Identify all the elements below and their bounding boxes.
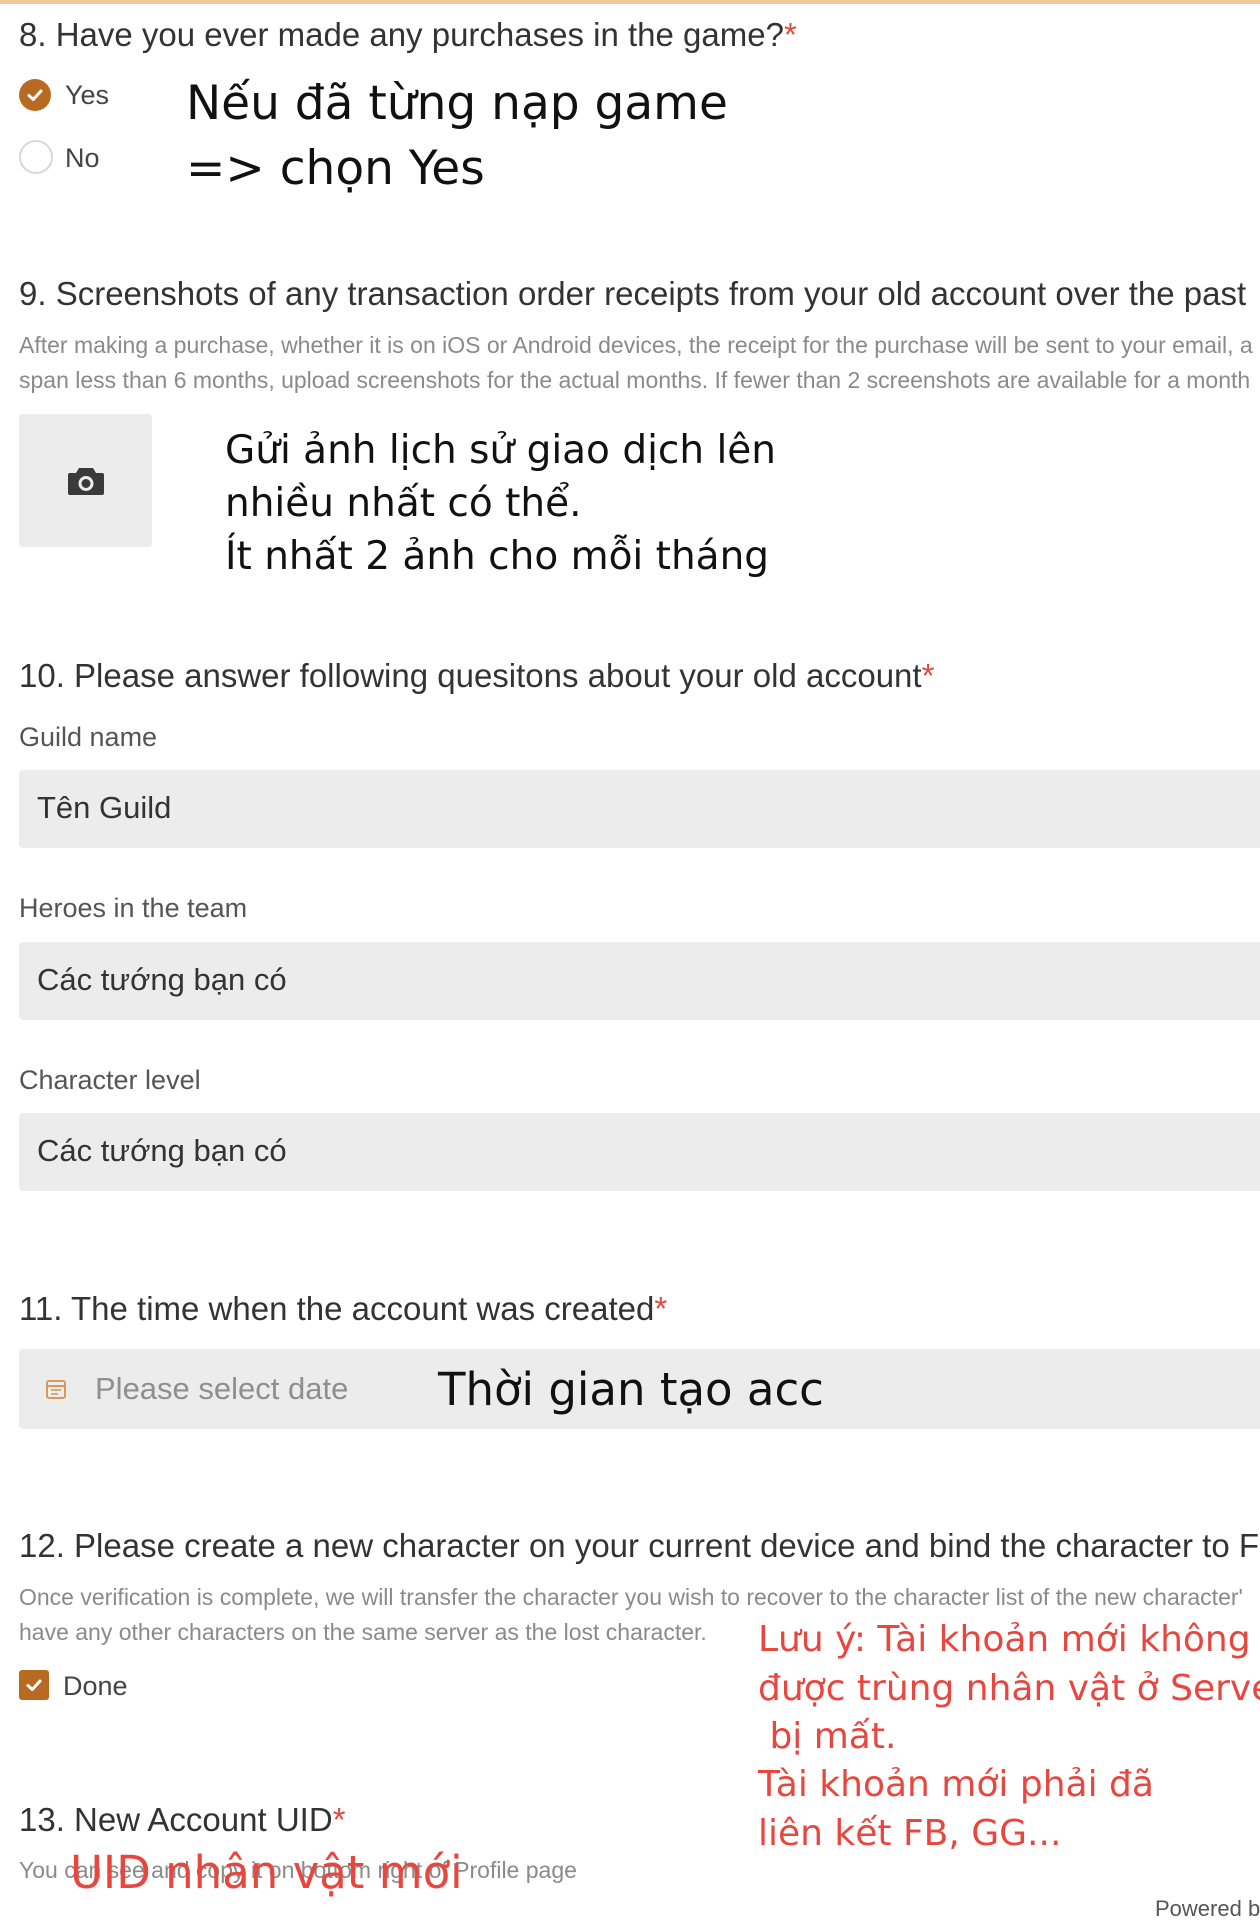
annotation-q12-line1: Lưu ý: Tài khoản mới không (758, 1619, 1251, 1660)
annotation-q8-line1: Nếu đã từng nạp game (186, 76, 728, 131)
option-no-label: No (65, 143, 100, 173)
heroes-field[interactable]: Các tướng bạn có (19, 942, 1260, 1020)
done-label: Done (63, 1671, 128, 1701)
option-yes[interactable]: Yes (19, 78, 139, 118)
required-marker: * (921, 657, 935, 694)
annotation-q9-line3: Ít nhất 2 ảnh cho mỗi tháng (225, 534, 770, 579)
option-no[interactable]: No (19, 140, 139, 180)
annotation-q9-line2: nhiều nhất có thể. (225, 481, 582, 526)
done-checkbox-option[interactable]: Done (19, 1668, 179, 1708)
annotation-q12-line2: được trùng nhân vật ở Server (758, 1668, 1260, 1709)
top-accent-bar (0, 0, 1260, 4)
annotation-q12-line3: bị mất. (758, 1716, 897, 1757)
upload-screenshot-button[interactable] (19, 414, 152, 547)
question-12-desc-line1: Once verification is complete, we will t… (19, 1584, 1243, 1610)
required-marker: * (654, 1290, 668, 1327)
radio-empty-icon[interactable] (19, 140, 53, 174)
checkbox-checked-icon[interactable] (19, 1670, 49, 1700)
question-13-text: 13. New Account UID (19, 1801, 333, 1838)
question-8-title: 8. Have you ever made any purchases in t… (19, 16, 797, 54)
question-11-text: 11. The time when the account was create… (19, 1290, 655, 1327)
question-13-title: 13. New Account UID* (19, 1801, 346, 1839)
character-level-field[interactable]: Các tướng bạn có (19, 1113, 1260, 1191)
annotation-q12-line5: liên kết FB, GG... (758, 1813, 1062, 1854)
radio-checked-icon[interactable] (19, 79, 51, 111)
guild-name-value: Tên Guild (37, 790, 172, 825)
annotation-q8-line2: => chọn Yes (186, 141, 485, 196)
powered-by-footer: Powered b (1155, 1896, 1260, 1921)
question-12-title: 12. Please create a new character on you… (19, 1527, 1260, 1564)
question-9-title: 9. Screenshots of any transaction order … (19, 275, 1247, 312)
heroes-value: Các tướng bạn có (37, 962, 287, 997)
question-12-desc-line2: have any other characters on the same se… (19, 1619, 707, 1645)
question-9-desc-line1: After making a purchase, whether it is o… (19, 332, 1253, 358)
heroes-label: Heroes in the team (19, 893, 248, 923)
annotation-q9-line1: Gửi ảnh lịch sử giao dịch lên (225, 428, 777, 473)
question-9-desc-line2: span less than 6 months, upload screensh… (19, 367, 1251, 393)
guild-name-field[interactable]: Tên Guild (19, 770, 1260, 848)
required-marker: * (783, 16, 797, 53)
question-8-text: 8. Have you ever made any purchases in t… (19, 16, 784, 53)
guild-name-label: Guild name (19, 722, 158, 752)
character-level-value: Các tướng bạn có (37, 1133, 287, 1168)
character-level-label: Character level (19, 1065, 201, 1095)
calendar-icon (46, 1380, 66, 1399)
annotation-q13: UID nhân vật mới (70, 1846, 463, 1899)
required-marker: * (332, 1801, 346, 1838)
annotation-q12-line4: Tài khoản mới phải đã (758, 1764, 1154, 1805)
question-10-title: 10. Please answer following quesitons ab… (19, 657, 934, 695)
question-10-text: 10. Please answer following quesitons ab… (19, 657, 922, 694)
date-placeholder: Please select date (95, 1371, 349, 1406)
question-11-title: 11. The time when the account was create… (19, 1290, 667, 1328)
option-yes-label: Yes (65, 80, 110, 110)
annotation-q11: Thời gian tạo acc (438, 1363, 824, 1416)
camera-icon (67, 467, 104, 495)
